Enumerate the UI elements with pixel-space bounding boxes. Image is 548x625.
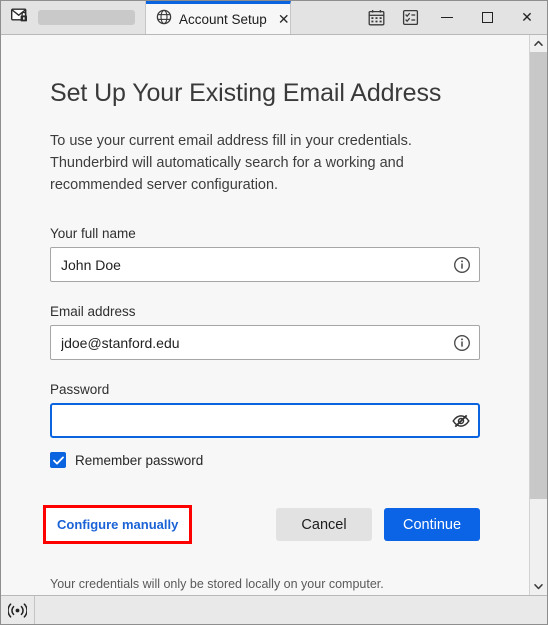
scrollbar-track[interactable] [530, 52, 547, 578]
cancel-button[interactable]: Cancel [276, 508, 372, 541]
eye-slash-icon[interactable] [451, 403, 471, 438]
redacted-tab-label [38, 10, 135, 25]
remember-password-label: Remember password [75, 452, 204, 468]
tab-label-account-setup: Account Setup [179, 11, 267, 27]
vertical-scrollbar[interactable] [529, 35, 547, 595]
close-icon[interactable]: ✕ [274, 12, 290, 26]
info-icon[interactable] [453, 247, 471, 282]
full-name-input[interactable] [50, 247, 480, 282]
remember-password-row[interactable]: Remember password [50, 452, 480, 468]
password-input[interactable] [50, 403, 480, 438]
email-address-input[interactable] [50, 325, 480, 360]
body-area: Set Up Your Existing Email Address To us… [1, 34, 547, 595]
remember-password-checkbox[interactable] [50, 452, 66, 468]
field-email-address: Email address [50, 304, 480, 360]
scroll-up-button[interactable] [530, 35, 547, 52]
globe-icon [156, 9, 172, 30]
scroll-down-button[interactable] [530, 578, 547, 595]
tasks-icon[interactable] [393, 1, 427, 34]
scrollbar-thumb[interactable] [530, 52, 547, 500]
field-label-full-name: Your full name [50, 226, 136, 241]
configure-manually-link[interactable]: Configure manually [57, 517, 178, 532]
tab-account-setup[interactable]: Account Setup ✕ [146, 1, 291, 34]
titlebar-drag-area [291, 1, 359, 34]
action-button-row: Configure manually Cancel Continue [43, 505, 480, 544]
continue-button[interactable]: Continue [384, 508, 480, 541]
mail-lock-icon [10, 8, 30, 28]
sidebar-item-mail-tab[interactable] [1, 1, 146, 34]
field-password: Password [50, 382, 480, 438]
info-icon[interactable] [453, 325, 471, 360]
thunderbird-window: Account Setup ✕ ✕ Set Up Your Existing E… [0, 0, 548, 625]
broadcast-icon[interactable] [1, 596, 35, 624]
dialog-buttons: Cancel Continue [276, 508, 480, 541]
status-bar [1, 595, 547, 624]
page-title: Set Up Your Existing Email Address [50, 79, 442, 107]
field-full-name: Your full name [50, 226, 480, 282]
account-setup-panel: Set Up Your Existing Email Address To us… [1, 35, 529, 595]
close-button[interactable]: ✕ [507, 1, 547, 34]
tab-strip: Account Setup ✕ ✕ [1, 1, 547, 34]
field-label-password: Password [50, 382, 110, 397]
titlebar-icon-group: ✕ [359, 1, 547, 34]
field-label-email-address: Email address [50, 304, 136, 319]
minimize-button[interactable] [427, 1, 467, 34]
calendar-icon[interactable] [359, 1, 393, 34]
page-description: To use your current email address fill i… [50, 133, 412, 193]
maximize-button[interactable] [467, 1, 507, 34]
credentials-footnote: Your credentials will only be stored loc… [50, 577, 384, 591]
configure-manually-highlight: Configure manually [43, 505, 193, 544]
